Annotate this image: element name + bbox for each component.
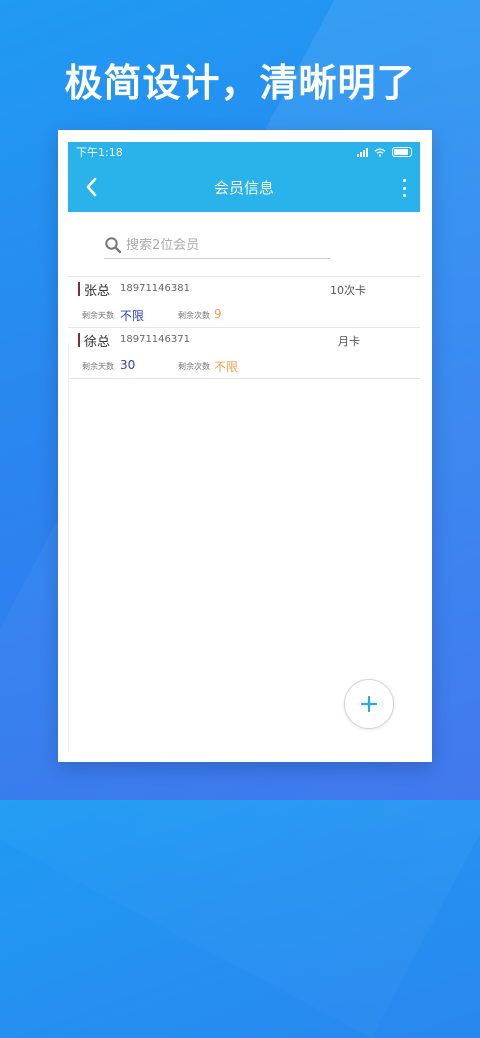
signal-icon bbox=[357, 147, 368, 157]
more-vert-icon[interactable] bbox=[402, 179, 406, 197]
status-time: 下午1:18 bbox=[76, 146, 123, 159]
member-phone: 18971146371 bbox=[120, 334, 190, 345]
wifi-icon bbox=[374, 148, 386, 157]
search-icon bbox=[105, 237, 122, 254]
remaining-times-value: 9 bbox=[214, 307, 222, 321]
search-input[interactable] bbox=[126, 237, 316, 253]
app-screen: 下午1:18 会员信息 搜索2位会员 张总 18971146381 10次卡 剩… bbox=[68, 142, 420, 752]
search-box[interactable] bbox=[104, 232, 330, 259]
back-arrow-icon[interactable] bbox=[84, 176, 98, 198]
remaining-days-label: 剩余天数 bbox=[82, 362, 114, 371]
member-row[interactable]: 徐总 18971146371 月卡 剩余天数 30 剩余次数 不限 bbox=[68, 328, 420, 379]
member-list: 张总 18971146381 10次卡 剩余天数 不限 剩余次数 9 徐总 18… bbox=[68, 276, 420, 379]
member-row[interactable]: 张总 18971146381 10次卡 剩余天数 不限 剩余次数 9 bbox=[68, 277, 420, 328]
remaining-times-label: 剩余次数 bbox=[178, 362, 210, 371]
list-edge-line bbox=[68, 342, 69, 752]
member-name: 徐总 bbox=[84, 335, 111, 350]
page-title: 会员信息 bbox=[213, 178, 274, 197]
member-card-type: 10次卡 bbox=[330, 284, 366, 297]
status-bar: 下午1:18 bbox=[68, 142, 420, 162]
name-marker bbox=[78, 282, 80, 296]
plus-icon bbox=[361, 696, 377, 712]
status-icons bbox=[357, 147, 412, 157]
name-marker bbox=[78, 333, 80, 347]
member-name: 张总 bbox=[84, 284, 111, 299]
battery-icon bbox=[392, 147, 412, 157]
remaining-times-value: 不限 bbox=[214, 360, 239, 374]
add-member-button[interactable] bbox=[344, 679, 394, 729]
remaining-days-value: 不限 bbox=[120, 309, 145, 323]
phone-frame: 下午1:18 会员信息 搜索2位会员 张总 18971146381 10次卡 剩… bbox=[58, 130, 432, 762]
member-card-type: 月卡 bbox=[338, 335, 360, 348]
remaining-times-label: 剩余次数 bbox=[178, 311, 210, 320]
member-phone: 18971146381 bbox=[120, 283, 190, 294]
remaining-days-value: 30 bbox=[120, 358, 136, 372]
promo-slogan: 极简设计，清晰明了 bbox=[64, 61, 416, 105]
app-bar: 会员信息 bbox=[68, 162, 420, 212]
search-area bbox=[68, 212, 420, 266]
remaining-days-label: 剩余天数 bbox=[82, 311, 114, 320]
